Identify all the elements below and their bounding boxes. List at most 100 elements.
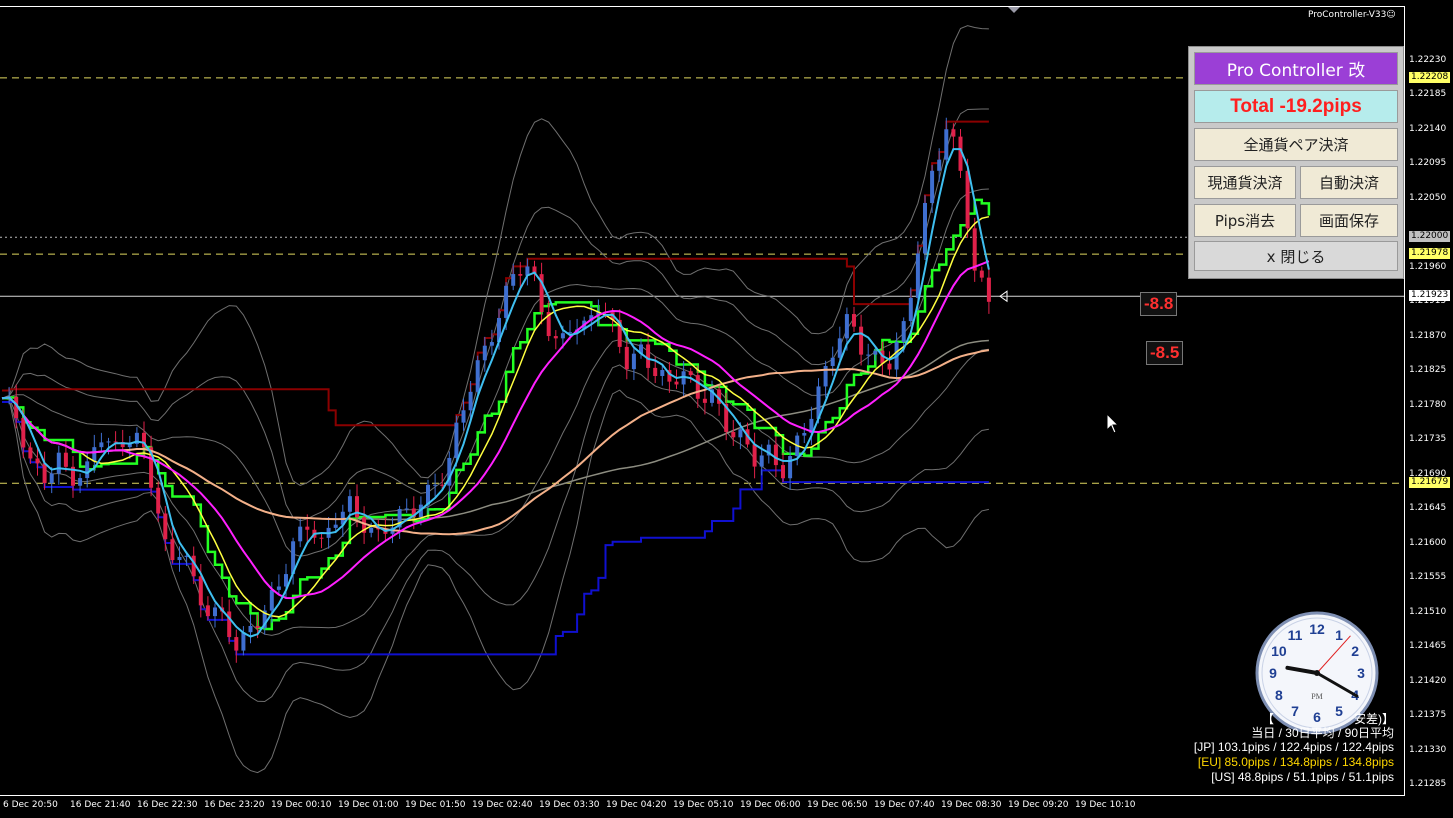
candle-body — [305, 526, 310, 530]
candle-body — [49, 473, 54, 484]
clock-numeral: 3 — [1357, 665, 1365, 681]
price-tick-label: 1.21555 — [1409, 572, 1447, 583]
pro-controller-panel: Pro Controller 改 Total -19.2pips 全通貨ペア決済… — [1188, 46, 1404, 279]
clock-numeral: 9 — [1269, 665, 1277, 681]
step-line-low — [2, 401, 989, 656]
pip-label: -8.8 — [1140, 292, 1178, 316]
candle-body — [482, 345, 487, 361]
price-level-tag: 1.21923 — [1409, 290, 1451, 302]
candle-body — [234, 637, 239, 651]
candle-body — [56, 452, 61, 474]
time-tick-label: 19 Dec 05:10 — [673, 800, 734, 810]
close-all-pairs-button[interactable]: 全通貨ペア決済 — [1194, 128, 1398, 161]
time-tick-label: 19 Dec 04:20 — [606, 800, 667, 810]
candle-body — [63, 452, 68, 467]
candle-body — [844, 314, 849, 339]
volatility-subheader: 当日 / 30日平均 / 90日平均 — [1251, 726, 1394, 740]
candle-body — [560, 333, 565, 339]
clock-numeral: 12 — [1309, 621, 1325, 637]
candle-body — [404, 508, 409, 510]
time-tick-label: 19 Dec 03:30 — [539, 800, 600, 810]
candle-body — [653, 367, 658, 377]
price-tick-label: 1.21825 — [1409, 365, 1447, 376]
candle-body — [866, 354, 871, 356]
candle-body — [92, 447, 97, 462]
candle-body — [972, 228, 977, 271]
candle-body — [156, 487, 161, 514]
candle-body — [28, 447, 33, 459]
candle-body — [830, 357, 835, 366]
time-tick-label: 19 Dec 06:00 — [740, 800, 801, 810]
time-tick-label: 19 Dec 10:10 — [1075, 800, 1136, 810]
candle-body — [433, 484, 438, 486]
candle-body — [752, 444, 757, 467]
close-current-pair-button[interactable]: 現通貨決済 — [1194, 166, 1296, 199]
time-tick-label: 19 Dec 00:10 — [271, 800, 332, 810]
price-tick-label: 1.21285 — [1409, 779, 1447, 790]
candle-body — [986, 277, 991, 302]
step-line-green — [2, 198, 991, 631]
candle-body — [695, 375, 700, 399]
clock-numeral: 1 — [1335, 627, 1343, 643]
chart-shift-marker — [1007, 6, 1021, 13]
pip-label: -8.5 — [1146, 341, 1184, 365]
candle-body — [802, 432, 807, 436]
candle-body — [241, 632, 246, 651]
candle-body — [887, 363, 892, 370]
candle-body — [248, 625, 253, 633]
price-tick-label: 1.21510 — [1409, 606, 1447, 617]
time-tick-label: 19 Dec 01:50 — [405, 800, 466, 810]
step-lines — [2, 120, 991, 656]
candle-body — [319, 537, 324, 539]
candle-body — [930, 170, 935, 203]
panel-title[interactable]: Pro Controller 改 — [1194, 52, 1398, 85]
time-tick-label: 19 Dec 01:00 — [338, 800, 399, 810]
candle-body — [646, 344, 651, 368]
price-tick-label: 1.22050 — [1409, 192, 1447, 203]
candle-body — [873, 350, 878, 355]
candle-body — [468, 391, 473, 411]
price-level-tag: 1.22000 — [1409, 231, 1451, 243]
candle-body — [951, 129, 956, 137]
volatility-row: [JP] 103.1pips / 122.4pips / 122.4pips — [1193, 740, 1394, 754]
candle-body — [908, 297, 913, 322]
bollinger-bands — [1, 25, 990, 774]
save-screen-button[interactable]: 画面保存 — [1300, 204, 1398, 237]
time-tick-label: 16 Dec 22:30 — [137, 800, 198, 810]
candle-body — [205, 605, 210, 617]
bollinger-upper-line — [1, 188, 989, 557]
candle-body — [78, 478, 83, 486]
candle-body — [553, 336, 558, 339]
time-tick-label: 19 Dec 06:50 — [807, 800, 868, 810]
candle-body — [937, 159, 942, 171]
candle-body — [837, 338, 842, 358]
clear-pips-button[interactable]: Pips消去 — [1194, 204, 1296, 237]
markers — [999, 6, 1021, 303]
chart-frame-right — [1404, 6, 1405, 796]
chart-frame-bottom — [0, 795, 1405, 796]
candle-body — [624, 346, 629, 370]
candle-body — [631, 353, 636, 370]
candle-body — [99, 442, 104, 448]
candle-body — [688, 371, 693, 376]
time-tick-label: 16 Dec 21:40 — [70, 800, 131, 810]
volatility-row: [EU] 85.0pips / 134.8pips / 134.8pips — [1197, 755, 1394, 769]
ma-salmon — [1, 349, 990, 536]
candle-body — [901, 321, 906, 342]
price-tick-label: 1.21735 — [1409, 434, 1447, 445]
price-level-tag: 1.22208 — [1409, 71, 1451, 83]
total-pips: Total -19.2pips — [1194, 90, 1398, 123]
candle-body — [504, 285, 509, 318]
price-tick-label: 1.21600 — [1409, 537, 1447, 548]
candle-body — [461, 410, 466, 423]
candle-body — [944, 129, 949, 160]
price-tick-label: 1.21645 — [1409, 503, 1447, 514]
candle-body — [369, 527, 374, 533]
price-level-tag: 1.21679 — [1409, 477, 1451, 489]
candle-body — [170, 539, 175, 561]
auto-close-button[interactable]: 自動決済 — [1300, 166, 1398, 199]
close-panel-button[interactable]: x 閉じる — [1194, 241, 1398, 271]
candle-body — [440, 484, 445, 486]
candle-body — [979, 270, 984, 278]
candles — [7, 117, 991, 663]
